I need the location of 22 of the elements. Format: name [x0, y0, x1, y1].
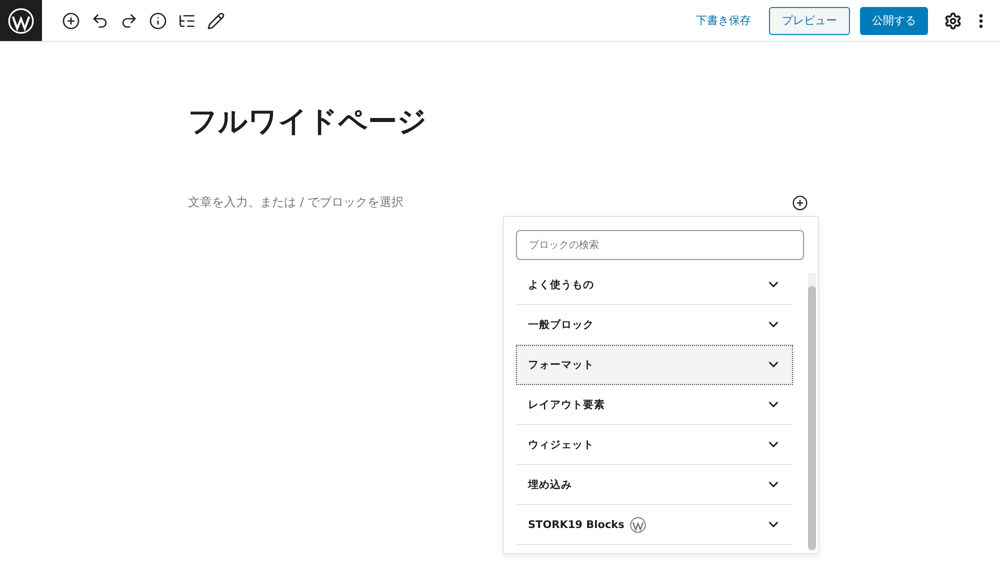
category-item[interactable]: STORK19 Blocks [516, 505, 793, 545]
page-title[interactable]: フルワイドページ [188, 102, 427, 142]
category-item[interactable]: よく使うもの [516, 265, 793, 305]
add-block-icon[interactable] [792, 194, 808, 210]
publish-button[interactable]: 公開する [860, 6, 928, 34]
pencil-icon[interactable] [207, 12, 225, 30]
add-block-icon[interactable] [62, 12, 80, 30]
logo-button[interactable] [0, 0, 42, 41]
category-item[interactable]: レイアウト要素 [516, 385, 793, 425]
category-item[interactable]: 埋め込み [516, 465, 793, 505]
redo-icon[interactable] [120, 12, 138, 30]
category-item[interactable]: フォーマット [516, 345, 793, 385]
wordpress-logo-icon [630, 516, 646, 532]
settings-icon[interactable] [944, 12, 962, 30]
block-search-field[interactable]: ブロックの検索 [516, 230, 804, 260]
wordpress-logo-icon [8, 8, 34, 34]
paragraph-placeholder[interactable]: 文章を入力、または / でブロックを選択 [188, 194, 404, 211]
info-icon[interactable] [149, 12, 167, 30]
category-item[interactable]: ウィジェット [516, 425, 793, 465]
undo-icon[interactable] [91, 12, 109, 30]
save-draft-link[interactable]: 下書き保存 [688, 7, 759, 34]
preview-button[interactable]: プレビュー [769, 6, 850, 34]
